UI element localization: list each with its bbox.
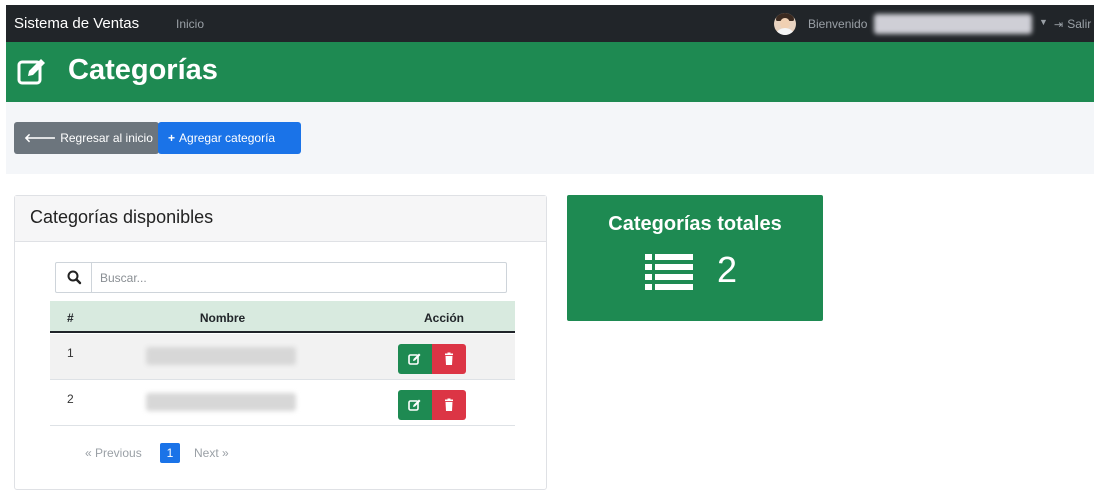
username-redacted[interactable]	[874, 14, 1032, 34]
list-icon	[645, 254, 693, 290]
categories-card: Categorías disponibles # Nombre Acción 1…	[14, 195, 547, 490]
edit-square-icon	[17, 59, 45, 85]
previous-page-link[interactable]: « Previous	[85, 446, 142, 460]
top-navbar: Sistema de Ventas Inicio Bienvenido ▼ ⇥ S…	[6, 5, 1094, 42]
back-button-label: Regresar al inicio	[60, 131, 153, 145]
page-title: Categorías	[68, 54, 218, 86]
category-name-redacted	[146, 393, 296, 411]
next-page-link[interactable]: Next »	[194, 446, 229, 460]
user-avatar[interactable]	[774, 13, 796, 35]
back-to-home-button[interactable]: 🡐 Regresar al inicio	[14, 122, 159, 154]
welcome-label[interactable]: Bienvenido	[808, 17, 867, 31]
edit-button[interactable]	[398, 344, 432, 374]
brand-link[interactable]: Sistema de Ventas	[14, 15, 139, 32]
edit-button[interactable]	[398, 390, 432, 420]
row-number: 2	[67, 392, 74, 406]
edit-icon	[408, 399, 421, 411]
search-box[interactable]	[55, 262, 507, 293]
total-categories-tile: Categorías totales 2	[567, 195, 823, 321]
column-header-action[interactable]: Acción	[395, 311, 493, 325]
page-header: Categorías	[6, 42, 1094, 102]
current-page-button[interactable]: 1	[160, 443, 180, 463]
logout-label: Salir	[1067, 17, 1092, 31]
column-header-name[interactable]: Nombre	[50, 311, 395, 325]
table-header: # Nombre Acción	[50, 301, 515, 333]
delete-button[interactable]	[432, 344, 466, 374]
tile-title: Categorías totales	[608, 213, 782, 235]
category-name-redacted	[146, 347, 296, 365]
card-header: Categorías disponibles	[15, 196, 546, 242]
trash-icon	[445, 352, 453, 365]
edit-icon	[408, 353, 421, 365]
add-button-label: Agregar categoría	[179, 131, 276, 145]
search-icon	[56, 263, 92, 292]
search-input[interactable]	[100, 268, 480, 288]
sign-out-icon: ⇥	[1054, 19, 1064, 31]
trash-icon	[445, 398, 453, 411]
add-category-button[interactable]: + Agregar categoría	[158, 122, 301, 154]
row-number: 1	[67, 346, 74, 360]
delete-button[interactable]	[432, 390, 466, 420]
table-row: 2	[50, 380, 515, 426]
total-count: 2	[717, 249, 738, 290]
nav-home-link[interactable]: Inicio	[176, 17, 204, 31]
card-title: Categorías disponibles	[30, 207, 214, 227]
caret-down-icon[interactable]: ▼	[1039, 17, 1048, 27]
arrow-left-icon: 🡐	[24, 131, 57, 145]
action-toolbar: 🡐 Regresar al inicio + Agregar categoría	[6, 102, 1094, 174]
logout-link[interactable]: ⇥ Salir	[1054, 17, 1091, 31]
plus-icon: +	[168, 131, 176, 145]
table-row: 1	[50, 334, 515, 380]
